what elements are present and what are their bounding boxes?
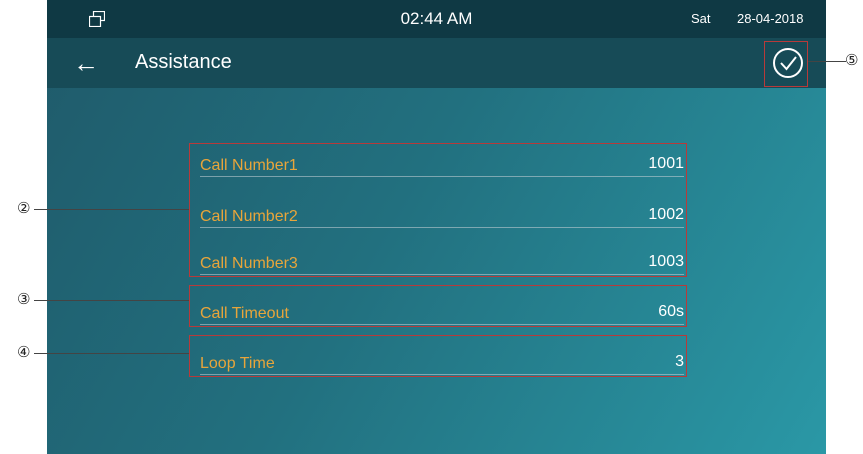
- annotation-box-confirm: [764, 41, 808, 87]
- page-title: Assistance: [135, 51, 232, 73]
- annotation-box-call-timeout: [189, 285, 687, 327]
- annotation-leader-line: [34, 300, 189, 301]
- status-day: Sat: [691, 11, 711, 26]
- annotation-number: ⑤: [845, 51, 859, 69]
- status-date: 28-04-2018: [737, 11, 804, 26]
- title-bar: ← Assistance: [47, 38, 826, 88]
- back-arrow-icon[interactable]: ←: [69, 48, 103, 78]
- annotation-leader-line: [34, 353, 189, 354]
- annotation-leader-line: [34, 209, 189, 210]
- annotation-number: ②: [17, 199, 31, 217]
- annotation-leader-line: [808, 61, 846, 62]
- annotation-box-loop-time: [189, 335, 687, 377]
- annotation-number: ③: [17, 290, 31, 308]
- status-bar: 02:44 AM Sat 28-04-2018: [47, 0, 826, 38]
- annotation-number: ④: [17, 343, 31, 361]
- annotation-box-call-numbers: [189, 143, 687, 277]
